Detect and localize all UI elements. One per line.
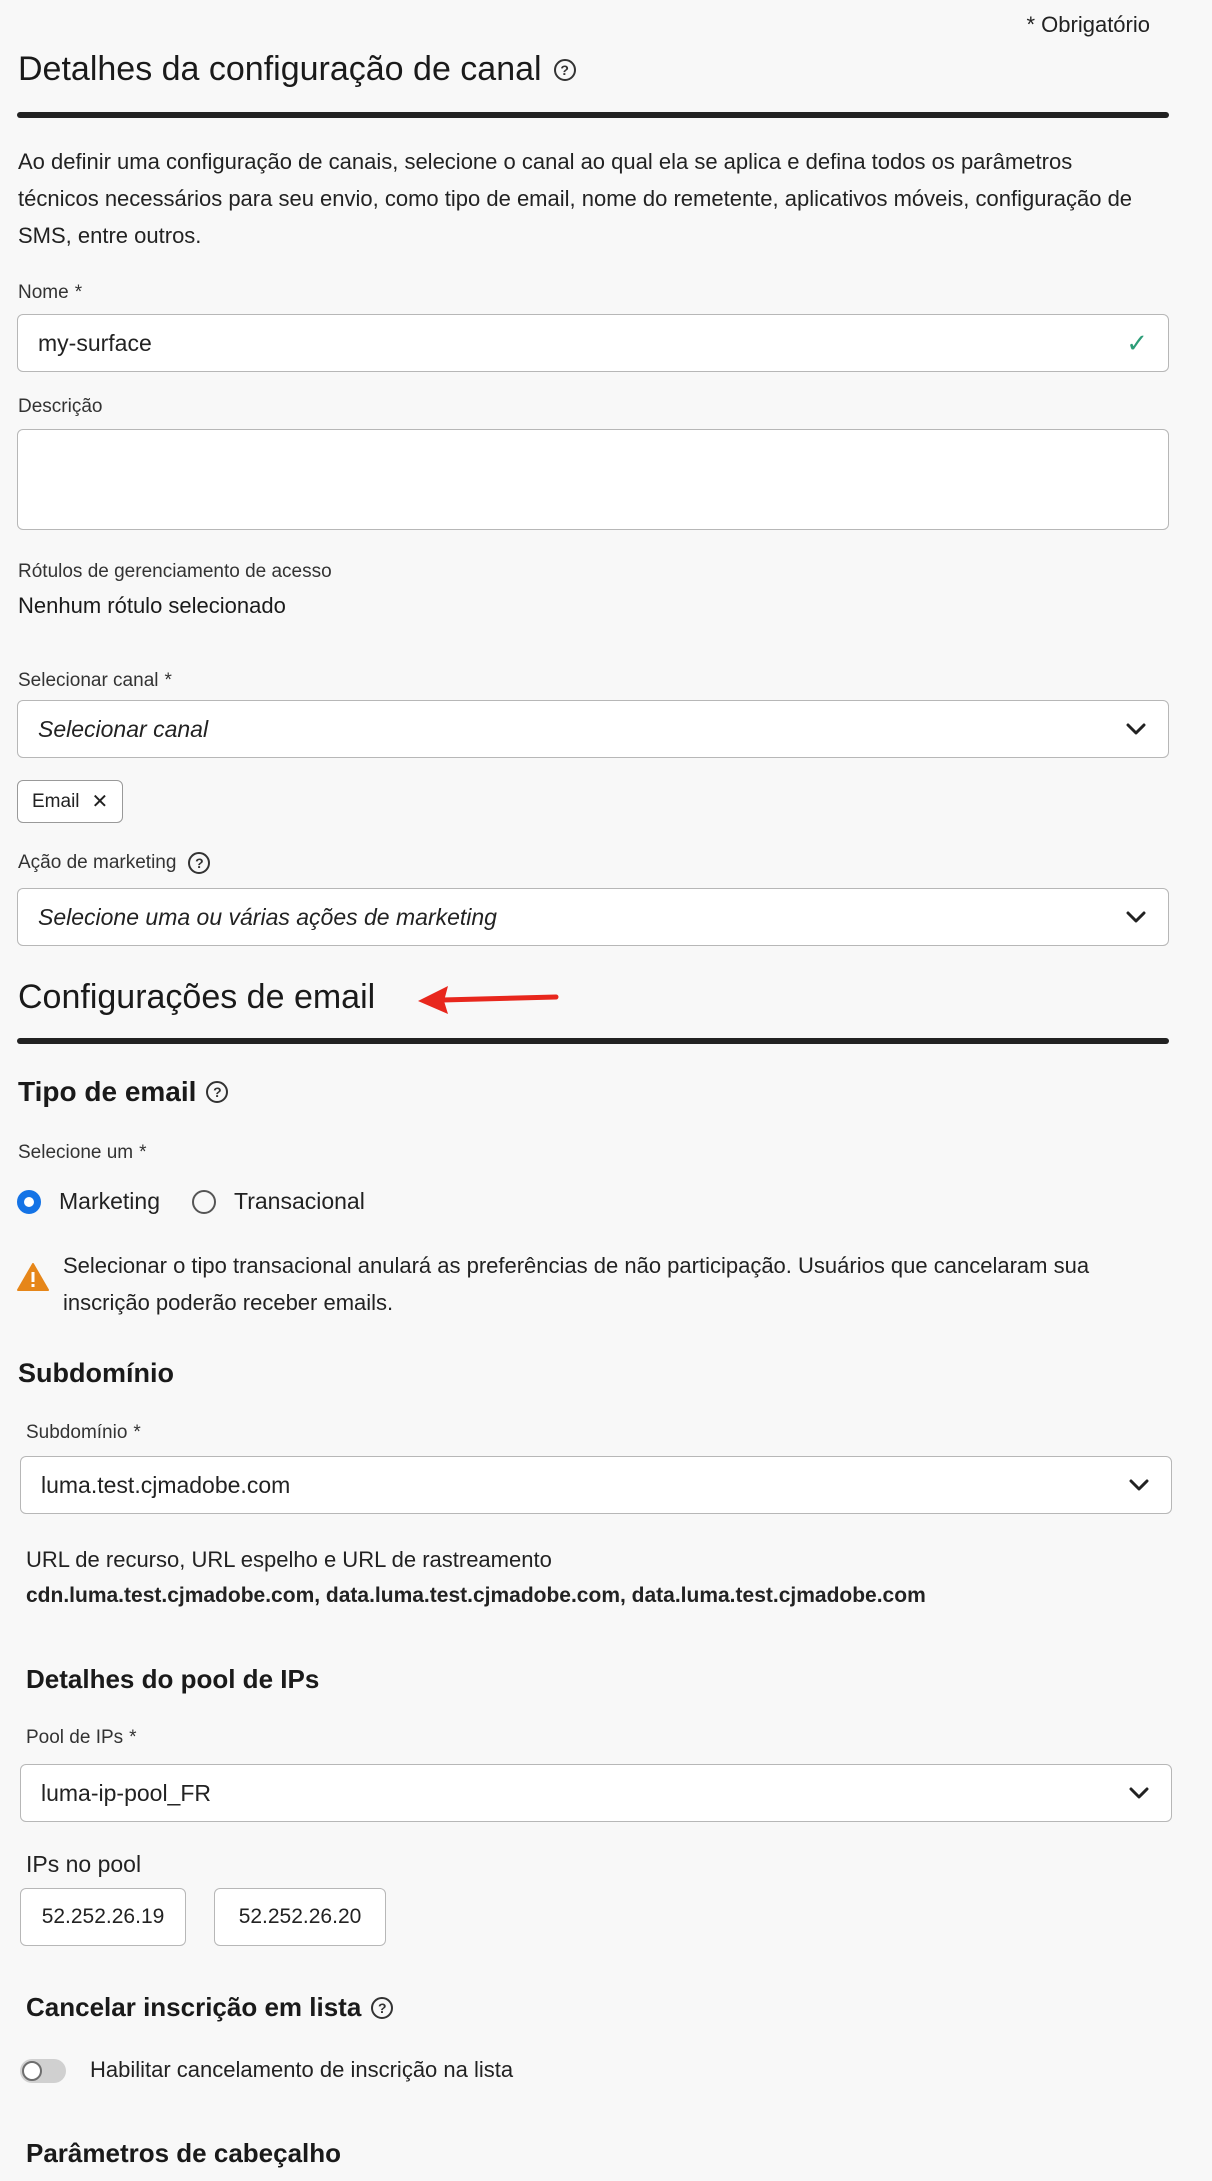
subdomain-label: Subdomínio * (26, 1422, 141, 1443)
marketing-action-placeholder: Selecione uma ou várias ações de marketi… (38, 903, 497, 930)
list-unsubscribe-title-text: Cancelar inscrição em lista (26, 1992, 362, 2022)
list-unsubscribe-toggle[interactable] (20, 2059, 66, 2083)
ip-pool-label: Pool de IPs * (26, 1727, 137, 1748)
name-field[interactable]: my-surface ✓ (17, 314, 1169, 372)
marketing-action-label: Ação de marketing ? (18, 852, 211, 874)
chevron-down-icon (1127, 1473, 1151, 1497)
channel-config-description: Ao definir uma configuração de canais, s… (18, 149, 1133, 248)
ip-pool-label-text: Pool de IPs (26, 1727, 124, 1748)
description-label: Descrição (18, 396, 103, 417)
email-type-warning: Selecionar o tipo transacional anulará a… (63, 1253, 1090, 1315)
subdomain-value: luma.test.cjmadobe.com (41, 1471, 291, 1498)
section-divider (17, 112, 1169, 118)
channel-tag-label: Email (32, 790, 80, 812)
required-note: * Obrigatório (1026, 12, 1150, 37)
ip-address-box: 52.252.26.19 (20, 1888, 186, 1946)
subdomain-title: Subdomínio (18, 1358, 174, 1388)
help-icon[interactable]: ? (371, 1996, 394, 2019)
access-labels-value: Nenhum rótulo selecionado (18, 593, 286, 618)
radio-transactional-control[interactable] (192, 1189, 216, 1214)
help-icon[interactable]: ? (188, 852, 211, 874)
access-labels-label: Rótulos de gerenciamento de acesso (18, 561, 332, 582)
channel-select[interactable]: Selecionar canal (17, 700, 1169, 758)
checkmark-icon: ✓ (1126, 327, 1148, 358)
email-type-title: Tipo de email ? (18, 1076, 229, 1108)
help-icon[interactable]: ? (206, 1081, 229, 1103)
radio-transactional-label: Transacional (234, 1188, 365, 1214)
close-icon[interactable]: ✕ (92, 789, 109, 814)
marketing-action-select[interactable]: Selecione uma ou várias ações de marketi… (17, 888, 1169, 946)
list-unsubscribe-title: Cancelar inscrição em lista ? (26, 1992, 394, 2023)
ip-pool-title: Detalhes do pool de IPs (26, 1664, 320, 1694)
radio-marketing[interactable]: Marketing (17, 1188, 160, 1215)
radio-marketing-control[interactable] (17, 1189, 41, 1214)
email-type-select-label: Selecione um * (18, 1142, 147, 1163)
channel-placeholder: Selecionar canal (38, 715, 209, 742)
header-params-title: Parâmetros de cabeçalho (26, 2138, 342, 2168)
ips-in-pool-label: IPs no pool (26, 1851, 142, 1877)
email-type-title-text: Tipo de email (18, 1076, 197, 1107)
subdomain-label-text: Subdomínio (26, 1422, 128, 1443)
chevron-down-icon (1127, 1781, 1151, 1805)
marketing-action-label-text: Ação de marketing (18, 852, 177, 873)
channel-config-title-text: Detalhes da configuração de canal (18, 50, 542, 88)
name-label: Nome * (18, 282, 83, 303)
radio-marketing-label: Marketing (59, 1188, 160, 1214)
name-value: my-surface (38, 329, 152, 356)
list-unsubscribe-toggle-label: Habilitar cancelamento de inscrição na l… (90, 2057, 514, 2082)
email-settings-title: Configurações de email (18, 978, 376, 1016)
channel-label-text: Selecionar canal (18, 670, 159, 691)
section-divider (17, 1038, 1169, 1044)
radio-transactional[interactable]: Transacional (192, 1188, 365, 1215)
chevron-down-icon (1124, 905, 1148, 929)
urls-value: cdn.luma.test.cjmadobe.com, data.luma.te… (26, 1584, 926, 1607)
name-label-text: Nome (18, 282, 69, 303)
annotation-arrow-icon (418, 986, 559, 1014)
chevron-down-icon (1124, 717, 1148, 741)
ip-pool-value: luma-ip-pool_FR (41, 1779, 212, 1806)
channel-config-title: Detalhes da configuração de canal ? (18, 50, 576, 89)
help-icon[interactable]: ? (553, 58, 576, 81)
channel-label: Selecionar canal * (18, 670, 172, 691)
channel-tag-email: Email ✕ (17, 780, 124, 823)
urls-label: URL de recurso, URL espelho e URL de ras… (26, 1547, 552, 1572)
ip-address-box: 52.252.26.20 (214, 1888, 386, 1946)
email-type-select-label-text: Selecione um (18, 1142, 134, 1163)
description-field[interactable] (17, 429, 1169, 530)
warning-icon (17, 1263, 49, 1291)
ip-pool-select[interactable]: luma-ip-pool_FR (20, 1764, 1172, 1822)
subdomain-select[interactable]: luma.test.cjmadobe.com (20, 1456, 1172, 1514)
